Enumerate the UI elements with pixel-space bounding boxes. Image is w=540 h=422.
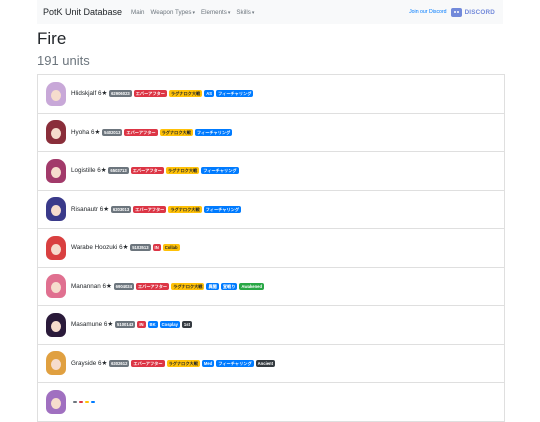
unit-avatar[interactable] bbox=[46, 389, 66, 414]
unit-tag-badge: Cosplay bbox=[159, 321, 180, 329]
unit-tag-badge bbox=[91, 400, 95, 403]
unit-tag-badge: 6904024 bbox=[113, 282, 134, 290]
unit-name[interactable]: Logistille 6★ bbox=[71, 167, 106, 174]
avatar-face bbox=[51, 89, 61, 101]
avatar-face bbox=[51, 397, 61, 409]
nav-dropdown-skills-label: Skills bbox=[236, 8, 251, 16]
nav-dropdown-elements[interactable]: Elements▾ bbox=[201, 9, 230, 16]
unit-tag-badge: ラグナロク大戦 bbox=[171, 282, 205, 290]
nav-link-main[interactable]: Main bbox=[131, 9, 144, 16]
unit-list-item[interactable]: Hyoha 6★ 5402013 エバーアフター ラグナロク大戦 フィーチャリング bbox=[38, 114, 504, 152]
nav-dropdown-skills[interactable]: Skills▾ bbox=[236, 9, 254, 16]
unit-avatar[interactable] bbox=[46, 197, 66, 222]
nav-dropdown-weapon-types-label: Weapon Types bbox=[150, 8, 192, 16]
caret-down-icon: ▾ bbox=[251, 9, 255, 16]
nav-dropdown-weapon-types[interactable]: Weapon Types▾ bbox=[150, 9, 195, 16]
unit-tag-badge bbox=[79, 400, 83, 403]
caret-down-icon: ▾ bbox=[227, 9, 231, 16]
unit-name[interactable]: Grayside 6★ bbox=[71, 360, 107, 367]
site-brand[interactable]: PotK Unit Database bbox=[43, 7, 122, 17]
caret-down-icon: ▾ bbox=[192, 9, 196, 16]
unit-tag-badge: フィーチャリング bbox=[201, 167, 239, 175]
unit-list-item[interactable]: Manannan 6★ 6904024 エバーアフター ラグナロク大戦 異聞 宣戦り Awa… bbox=[38, 268, 504, 306]
discord-icon bbox=[450, 7, 462, 17]
unit-tag-badge: エバーアフター bbox=[135, 282, 170, 290]
unit-avatar[interactable] bbox=[46, 81, 66, 106]
unit-tag-badge: BK bbox=[147, 321, 158, 329]
avatar-face bbox=[51, 166, 61, 178]
unit-list-item[interactable]: Masamune 6★ 5100143 IN BK Cosplay 1st bbox=[38, 306, 504, 345]
unit-tag-badge: ラグナロク大戦 bbox=[168, 205, 202, 213]
unit-list-item[interactable] bbox=[38, 383, 504, 422]
unit-avatar[interactable] bbox=[46, 235, 66, 260]
unit-name[interactable]: Hyoha 6★ bbox=[71, 129, 100, 136]
unit-list-item[interactable]: Grayside 6★ 6302612 エバーアフター ラグナロク大戦 Med フィーチャ… bbox=[38, 345, 504, 383]
unit-avatar[interactable] bbox=[46, 158, 66, 183]
unit-name[interactable]: Hlidskjalf 6★ bbox=[71, 90, 107, 97]
unit-avatar[interactable] bbox=[46, 120, 66, 145]
avatar-face bbox=[51, 282, 61, 294]
unit-name[interactable]: Risanautr 6★ bbox=[71, 206, 109, 213]
unit-list: Hlidskjalf 6★ 62906023 エバーアフター ラグナロク大戦 AS フィー… bbox=[37, 74, 505, 422]
page-title: Fire bbox=[37, 29, 67, 48]
unit-tag-badge bbox=[73, 400, 77, 403]
discord-join: Join our Discord DISCORD bbox=[409, 7, 495, 17]
avatar-face bbox=[51, 243, 61, 255]
avatar-face bbox=[51, 128, 61, 140]
unit-name[interactable]: Manannan 6★ bbox=[71, 283, 112, 290]
unit-list-item[interactable]: Risanautr 6★ 6203013 エバーアフター ラグナロク大戦 フィーチャリン… bbox=[38, 191, 504, 229]
unit-avatar[interactable] bbox=[46, 274, 66, 299]
unit-name[interactable]: Masamune 6★ bbox=[71, 321, 113, 328]
unit-tag-badge: エバーアフター bbox=[124, 128, 158, 136]
unit-tag-badge: フィーチャリング bbox=[216, 90, 254, 98]
unit-name[interactable]: Warabe Hoozuki 6★ bbox=[71, 244, 128, 251]
unit-tag-badge: IN bbox=[137, 321, 146, 329]
unit-tag-badge: 5402013 bbox=[102, 128, 123, 136]
top-navbar: PotK Unit Database Main Weapon Types▾ El… bbox=[37, 0, 503, 24]
avatar-face bbox=[51, 359, 61, 371]
unit-tag-badge: ラグナロク大戦 bbox=[166, 359, 200, 367]
avatar-face bbox=[51, 320, 61, 332]
unit-tag-badge: 6203013 bbox=[110, 205, 132, 213]
unit-tag-badge: 5100143 bbox=[115, 321, 136, 329]
unit-tag-badge: フィーチャリング bbox=[203, 205, 242, 213]
unit-tag-badge: IN bbox=[152, 244, 161, 252]
join-discord-link[interactable]: Join our Discord bbox=[409, 9, 446, 15]
unit-tag-badge: 異聞 bbox=[206, 282, 219, 290]
discord-button[interactable]: DISCORD bbox=[450, 7, 495, 17]
unit-tag-badge: ラグナロク大戦 bbox=[165, 167, 200, 175]
unit-tag-badge: エバーアフター bbox=[133, 205, 167, 213]
unit-tag-badge: Collab bbox=[162, 244, 180, 252]
unit-list-item[interactable]: Warabe Hoozuki 6★ 5103513 IN Collab bbox=[38, 229, 504, 268]
unit-tag-badge: エバーアフター bbox=[130, 167, 164, 175]
unit-tag-badge: エバーアフター bbox=[131, 359, 165, 367]
unit-tag-badge: AS bbox=[204, 90, 215, 98]
unit-tag-badge: フィーチャリング bbox=[194, 128, 233, 136]
unit-tag-badge: 5103513 bbox=[130, 244, 151, 252]
unit-tag-badge: ラグナロク大戦 bbox=[159, 128, 193, 136]
avatar-face bbox=[51, 205, 61, 217]
unit-tag-badge: フィーチャリング bbox=[216, 359, 254, 367]
unit-tag-badge: ラグナロク大戦 bbox=[168, 90, 203, 98]
unit-tag-badge: 宣戦り bbox=[220, 282, 238, 290]
unit-tag-badge bbox=[85, 400, 89, 403]
unit-list-item[interactable]: Hlidskjalf 6★ 62906023 エバーアフター ラグナロク大戦 AS フィー… bbox=[38, 75, 504, 114]
nav-link-main-label: Main bbox=[131, 8, 145, 16]
nav-dropdown-elements-label: Elements bbox=[201, 8, 227, 16]
unit-tag-badge: 6302612 bbox=[109, 359, 130, 367]
unit-avatar[interactable] bbox=[46, 351, 66, 376]
unit-tag-badge: エバーアフター bbox=[133, 90, 167, 98]
unit-tag-badge: 62906023 bbox=[109, 90, 132, 98]
unit-tag-badge: Ancient bbox=[255, 359, 276, 367]
unit-count: 191 units bbox=[37, 53, 90, 68]
unit-avatar[interactable] bbox=[46, 312, 66, 337]
unit-tag-badge: 6503713 bbox=[108, 167, 129, 175]
unit-list-item[interactable]: Logistille 6★ 6503713 エバーアフター ラグナロク大戦 フィーチャリ… bbox=[38, 152, 504, 191]
discord-label: DISCORD bbox=[464, 8, 495, 16]
unit-tag-badge: Awakened bbox=[239, 282, 265, 290]
unit-tag-badge: Med bbox=[201, 359, 215, 367]
unit-tag-badge: 1st bbox=[181, 321, 192, 329]
